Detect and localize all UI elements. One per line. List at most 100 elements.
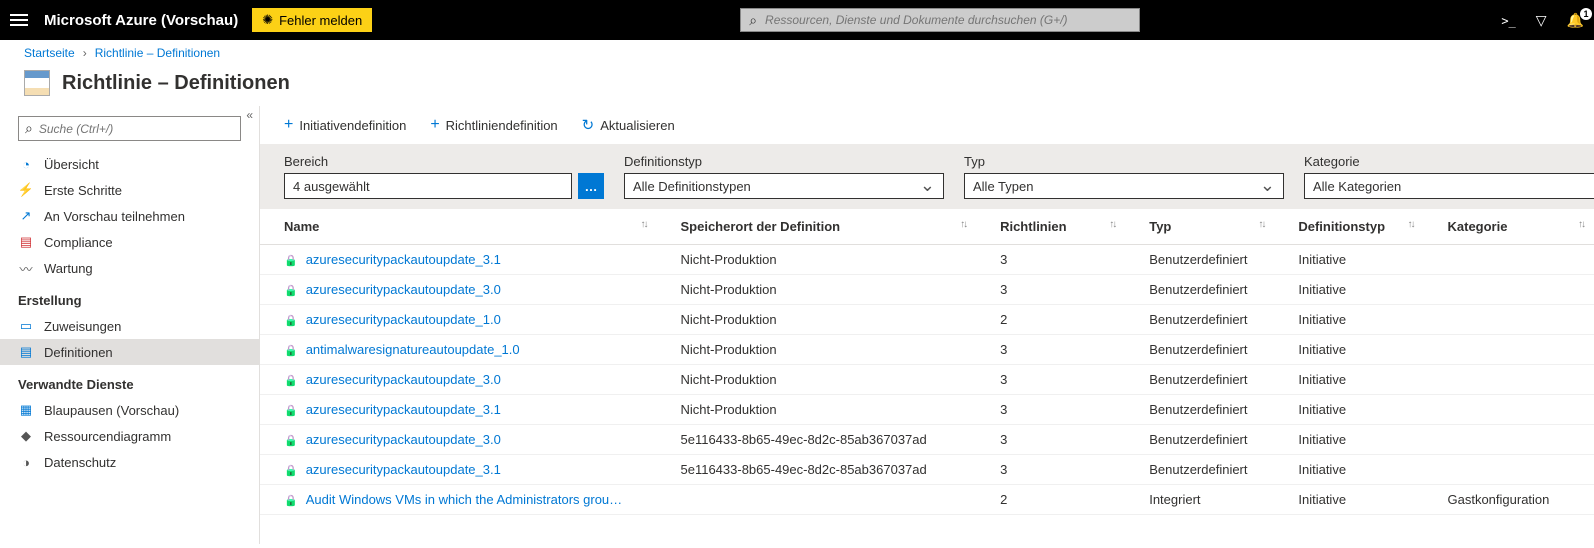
sort-icon[interactable]: ↑↓ <box>640 219 646 230</box>
deftype-value: Alle Definitionstypen <box>633 179 751 194</box>
table-row[interactable]: azuresecuritypackautoupdate_3.1 5e116433-… <box>260 455 1594 485</box>
sort-icon[interactable]: ↑↓ <box>960 219 966 230</box>
refresh-button[interactable]: Aktualisieren <box>582 116 675 134</box>
chevron-down-icon <box>1260 179 1275 194</box>
cell-deftype: Initiative <box>1274 275 1423 305</box>
cell-location: Nicht-Produktion <box>656 395 976 425</box>
definition-link[interactable]: antimalwaresignatureautoupdate_1.0 <box>284 342 646 357</box>
cell-deftype: Initiative <box>1274 335 1423 365</box>
menu-icon[interactable] <box>10 14 30 26</box>
col-location: Speicherort der Definition↑↓ <box>656 209 976 245</box>
category-dropdown[interactable]: Alle Kategorien <box>1304 173 1594 199</box>
lock-icon <box>284 462 298 477</box>
global-search[interactable] <box>740 8 1140 32</box>
sidebar-item[interactable]: Blaupausen (Vorschau) <box>0 397 259 423</box>
add-initiative-button[interactable]: Initiativendefinition <box>284 116 406 134</box>
table-row[interactable]: azuresecuritypackautoupdate_3.0Nicht-Pro… <box>260 275 1594 305</box>
ic-remediate-icon <box>18 260 34 276</box>
cell-category <box>1424 425 1594 455</box>
table-row[interactable]: Audit Windows VMs in which the Administr… <box>260 485 1594 515</box>
cell-type: Integriert <box>1125 485 1274 515</box>
sidebar-item[interactable]: Datenschutz <box>0 449 259 475</box>
lock-icon <box>284 402 298 417</box>
add-policy-button[interactable]: Richtliniendefinition <box>430 116 557 134</box>
type-dropdown[interactable]: Alle Typen <box>964 173 1284 199</box>
global-search-input[interactable] <box>765 13 1131 27</box>
type-value: Alle Typen <box>973 179 1033 194</box>
definition-link[interactable]: azuresecuritypackautoupdate_3.0 <box>284 282 646 297</box>
table-row[interactable]: azuresecuritypackautoupdate_3.1Nicht-Pro… <box>260 245 1594 275</box>
sidebar-item[interactable]: Übersicht <box>0 151 259 177</box>
table-row[interactable]: azuresecuritypackautoupdate_1.0Nicht-Pro… <box>260 305 1594 335</box>
cell-type: Benutzerdefiniert <box>1125 395 1274 425</box>
table-row[interactable]: azuresecuritypackautoupdate_3.05e116433-… <box>260 425 1594 455</box>
directory-filter-icon[interactable] <box>1536 12 1547 29</box>
sidebar-item-label: Datenschutz <box>44 455 116 470</box>
cloud-shell-icon[interactable] <box>1501 13 1515 28</box>
definition-link[interactable]: azuresecuritypackautoupdate_3.1 <box>284 462 646 477</box>
cell-type: Benutzerdefiniert <box>1125 305 1274 335</box>
deftype-dropdown[interactable]: Alle Definitionstypen <box>624 173 944 199</box>
sidebar-item[interactable]: Definitionen <box>0 339 259 365</box>
definition-link[interactable]: azuresecuritypackautoupdate_3.0 <box>284 372 646 387</box>
lock-icon <box>284 372 298 387</box>
cell-policies: 3 <box>976 455 1125 485</box>
cell-deftype: Initiative <box>1274 485 1423 515</box>
sidebar-item[interactable]: Wartung <box>0 255 259 281</box>
sort-icon[interactable]: ↑↓ <box>1408 219 1414 230</box>
sidebar-item[interactable]: An Vorschau teilnehmen <box>0 203 259 229</box>
cell-deftype: Initiative <box>1274 425 1423 455</box>
plus-icon <box>284 116 293 134</box>
definition-name: azuresecuritypackautoupdate_3.0 <box>306 282 501 297</box>
page-title: Richtlinie – Definitionen <box>62 72 290 95</box>
cell-location: 5e116433-8b65-49ec-8d2c-85ab367037ad <box>656 455 976 485</box>
table-row[interactable]: antimalwaresignatureautoupdate_1.0Nicht-… <box>260 335 1594 365</box>
add-initiative-label: Initiativendefinition <box>299 118 406 133</box>
scope-browse-button[interactable]: … <box>578 173 604 199</box>
sort-icon[interactable]: ↑↓ <box>1258 219 1264 230</box>
definition-link[interactable]: azuresecuritypackautoupdate_3.1 <box>284 402 646 417</box>
sidebar-search-input[interactable] <box>39 122 234 136</box>
table-row[interactable]: azuresecuritypackautoupdate_3.1 Nicht-Pro… <box>260 395 1594 425</box>
report-bug-label: Fehler melden <box>279 13 362 28</box>
sidebar-item-label: Übersicht <box>44 157 99 172</box>
sidebar-item-label: Blaupausen (Vorschau) <box>44 403 179 418</box>
lock-icon <box>284 252 298 267</box>
definition-name: Audit Windows VMs in which the Administr… <box>306 492 622 507</box>
page-header: Richtlinie – Definitionen <box>0 66 1594 106</box>
main-pane: Initiativendefinition Richtliniendefinit… <box>260 106 1594 544</box>
type-label: Typ <box>964 154 1284 169</box>
notifications-button[interactable]: 1 <box>1567 12 1584 29</box>
sidebar-search[interactable] <box>18 116 241 141</box>
sort-icon[interactable]: ↑↓ <box>1578 219 1584 230</box>
sidebar-item-label: Ressourcendiagramm <box>44 429 171 444</box>
definition-link[interactable]: Audit Windows VMs in which the Administr… <box>284 492 646 507</box>
sidebar-item[interactable]: Compliance <box>0 229 259 255</box>
sidebar-item[interactable]: Zuweisungen <box>0 313 259 339</box>
definition-link[interactable]: azuresecuritypackautoupdate_1.0 <box>284 312 646 327</box>
cell-type: Benutzerdefiniert <box>1125 365 1274 395</box>
sort-icon[interactable]: ↑↓ <box>1109 219 1115 230</box>
cell-deftype: Initiative <box>1274 365 1423 395</box>
crumb-current[interactable]: Richtlinie – Definitionen <box>95 46 220 60</box>
crumb-home[interactable]: Startseite <box>24 46 75 60</box>
collapse-sidebar-icon[interactable]: « <box>246 108 253 122</box>
ic-preview-icon <box>18 208 34 224</box>
table-row[interactable]: azuresecuritypackautoupdate_3.0Nicht-Pro… <box>260 365 1594 395</box>
sidebar-item[interactable]: Ressourcendiagramm <box>0 423 259 449</box>
search-icon <box>749 12 757 29</box>
sidebar-item-label: Definitionen <box>44 345 113 360</box>
policy-icon <box>24 70 50 96</box>
ic-started-icon <box>18 182 34 198</box>
plus-icon <box>430 116 439 134</box>
sidebar-item-label: Compliance <box>44 235 113 250</box>
col-deftype: Definitionstyp↑↓ <box>1274 209 1423 245</box>
definition-name: azuresecuritypackautoupdate_3.1 <box>306 402 501 417</box>
lock-icon <box>284 312 298 327</box>
lock-icon <box>284 492 298 507</box>
definition-link[interactable]: azuresecuritypackautoupdate_3.1 <box>284 252 646 267</box>
definition-link[interactable]: azuresecuritypackautoupdate_3.0 <box>284 432 646 447</box>
scope-picker[interactable]: 4 ausgewählt <box>284 173 572 199</box>
sidebar-item[interactable]: Erste Schritte <box>0 177 259 203</box>
report-bug-button[interactable]: Fehler melden <box>252 8 372 32</box>
